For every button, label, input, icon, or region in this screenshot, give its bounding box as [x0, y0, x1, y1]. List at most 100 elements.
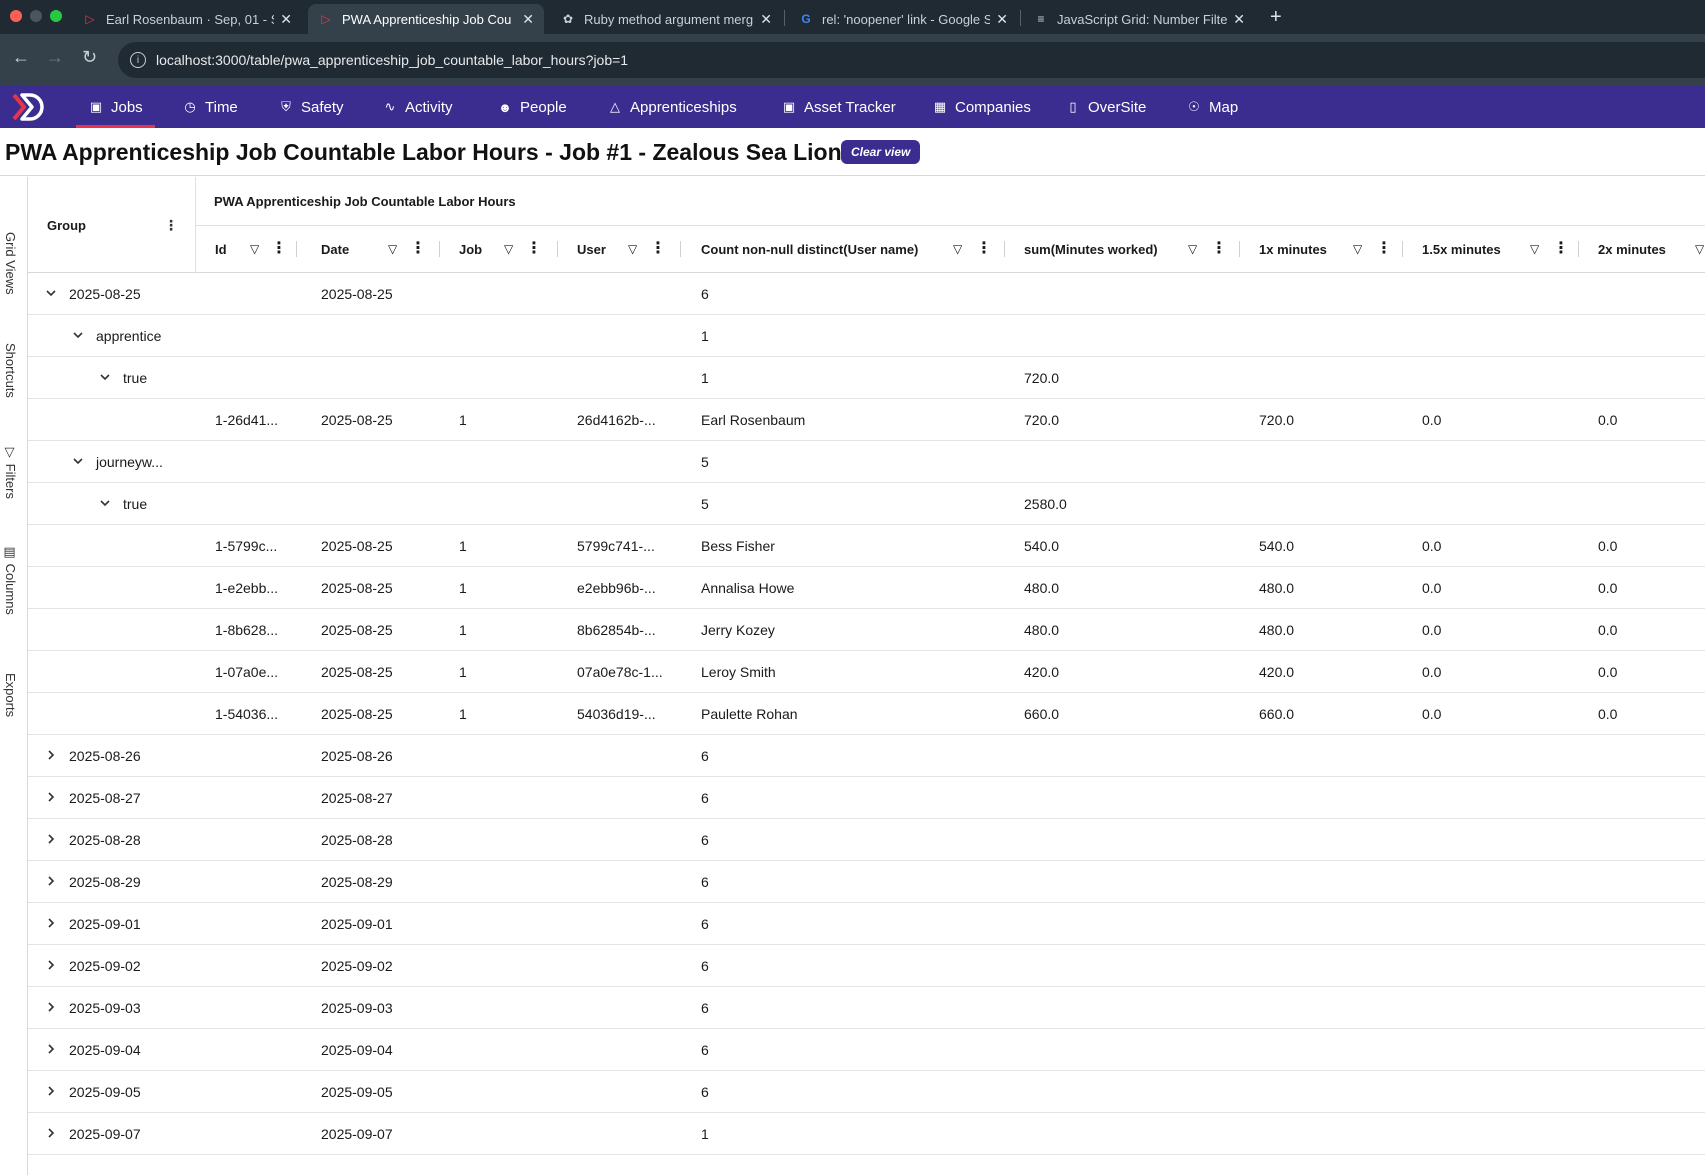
browser-tab[interactable]: ✿ Ruby method argument merg ✕ [550, 4, 782, 34]
url-field[interactable]: i localhost:3000/table/pwa_apprenticeshi… [118, 42, 1705, 78]
filter-icon[interactable]: ▽ [388, 241, 397, 257]
filter-icon[interactable]: ▽ [504, 241, 513, 257]
chevron-right-icon[interactable] [44, 832, 58, 846]
chevron-down-icon[interactable] [44, 286, 58, 300]
close-icon[interactable]: ✕ [760, 11, 772, 28]
group-row[interactable]: 2025-08-29 2025-08-29 6 [28, 861, 1705, 903]
column-separator[interactable] [1402, 241, 1403, 257]
window-close-button[interactable] [10, 10, 22, 22]
column-separator[interactable] [680, 241, 681, 257]
nav-item-activity[interactable]: ∿ Activity [382, 86, 453, 128]
forward-arrow-icon[interactable]: → [46, 47, 64, 68]
chevron-right-icon[interactable] [44, 1084, 58, 1098]
column-header-date[interactable]: Date [321, 225, 349, 273]
group-row[interactable]: journeyw... 5 [28, 441, 1705, 483]
table-row[interactable]: 1-07a0e... 2025-08-25 1 07a0e78c-1... Leroy … [28, 651, 1705, 693]
column-header-user[interactable]: User [577, 225, 606, 273]
nav-item-apprenticeships[interactable]: △ Apprenticeships [607, 86, 737, 128]
filter-icon[interactable]: ▽ [953, 241, 962, 257]
clear-view-button[interactable]: Clear view [841, 140, 921, 164]
chevron-right-icon[interactable] [44, 874, 58, 888]
table-row[interactable]: 1-e2ebb... 2025-08-25 1 e2ebb96b-... Annalis… [28, 567, 1705, 609]
column-header-1-5x-minutes[interactable]: 1.5x minutes [1422, 225, 1501, 273]
chevron-down-icon[interactable] [71, 454, 85, 468]
filter-icon[interactable]: ▽ [1695, 241, 1704, 257]
nav-item-asset-tracker[interactable]: ▣ Asset Tracker [781, 86, 896, 128]
group-row[interactable]: true 1 720.0 [28, 357, 1705, 399]
column-separator[interactable] [557, 241, 558, 257]
window-minimize-button[interactable] [30, 10, 42, 22]
group-row[interactable]: apprentice 1 [28, 315, 1705, 357]
filter-icon[interactable]: ▽ [1188, 241, 1197, 257]
column-header-1x-minutes[interactable]: 1x minutes [1259, 225, 1327, 273]
browser-tab[interactable]: ▷ PWA Apprenticeship Job Cou ✕ [308, 4, 544, 34]
back-arrow-icon[interactable]: ← [12, 47, 30, 68]
filter-icon[interactable]: ▽ [1530, 241, 1539, 257]
filter-icon[interactable]: ▽ [250, 241, 259, 257]
group-row[interactable]: true 5 2580.0 [28, 483, 1705, 525]
column-separator[interactable] [1239, 241, 1240, 257]
column-menu-icon[interactable]: ⋮ [1211, 239, 1227, 257]
table-row[interactable]: 1-5799c... 2025-08-25 1 5799c741-... Bess Fi… [28, 525, 1705, 567]
group-row[interactable]: 2025-08-25 2025-08-25 6 [28, 273, 1705, 315]
reload-icon[interactable]: ↻ [82, 47, 97, 68]
close-icon[interactable]: ✕ [522, 11, 534, 28]
column-header-job[interactable]: Job [459, 225, 482, 273]
column-separator[interactable] [439, 241, 440, 257]
chevron-down-icon[interactable] [71, 328, 85, 342]
chevron-right-icon[interactable] [44, 1000, 58, 1014]
side-tab-filters[interactable]: ▽ Filters [3, 445, 18, 499]
app-logo-icon[interactable] [12, 93, 46, 121]
column-header-id[interactable]: Id [215, 225, 227, 273]
chevron-right-icon[interactable] [44, 958, 58, 972]
group-row[interactable]: 2025-09-01 2025-09-01 6 [28, 903, 1705, 945]
table-row[interactable]: 1-26d41... 2025-08-25 1 26d4162b-... Earl Ro… [28, 399, 1705, 441]
close-icon[interactable]: ✕ [280, 11, 292, 28]
close-icon[interactable]: ✕ [996, 11, 1008, 28]
window-maximize-button[interactable] [50, 10, 62, 22]
chevron-down-icon[interactable] [98, 496, 112, 510]
browser-tab[interactable]: ▷ Earl Rosenbaum · Sep, 01 - S ✕ [72, 4, 302, 34]
side-tab-shortcuts[interactable]: Shortcuts [3, 343, 18, 398]
chevron-right-icon[interactable] [44, 916, 58, 930]
nav-item-map[interactable]: ☉ Map [1186, 86, 1238, 128]
nav-item-jobs[interactable]: ▣ Jobs [76, 86, 155, 128]
side-tab-columns[interactable]: ▤ Columns [3, 545, 18, 615]
column-menu-icon[interactable]: ⋮ [271, 239, 287, 257]
nav-item-companies[interactable]: ▦ Companies [932, 86, 1031, 128]
nav-item-oversite[interactable]: ▯ OverSite [1065, 86, 1146, 128]
group-row[interactable]: 2025-09-03 2025-09-03 6 [28, 987, 1705, 1029]
group-column-header[interactable]: Group ⋮ [28, 177, 196, 273]
chevron-right-icon[interactable] [44, 1126, 58, 1140]
column-menu-icon[interactable]: ⋮ [650, 239, 666, 257]
group-row[interactable]: 2025-09-02 2025-09-02 6 [28, 945, 1705, 987]
column-header-count-non-null-distinct-user-name[interactable]: Count non-null distinct(User name) [701, 225, 918, 273]
column-separator[interactable] [296, 241, 297, 257]
chevron-right-icon[interactable] [44, 748, 58, 762]
browser-tab[interactable]: Grel: 'noopener' link - Google S ✕ [788, 4, 1018, 34]
site-info-icon[interactable]: i [130, 52, 146, 68]
group-row[interactable]: 2025-09-07 2025-09-07 1 [28, 1113, 1705, 1155]
group-row[interactable]: 2025-08-26 2025-08-26 6 [28, 735, 1705, 777]
column-menu-icon[interactable]: ⋮ [410, 239, 426, 257]
filter-icon[interactable]: ▽ [628, 241, 637, 257]
group-row[interactable]: 2025-09-04 2025-09-04 6 [28, 1029, 1705, 1071]
column-menu-icon[interactable]: ⋮ [164, 217, 178, 234]
column-header-sum-minutes-worked[interactable]: sum(Minutes worked) [1024, 225, 1158, 273]
column-separator[interactable] [1578, 241, 1579, 257]
table-row[interactable]: 1-54036... 2025-08-25 1 54036d19-... Paulett… [28, 693, 1705, 735]
nav-item-people[interactable]: ☻ People [497, 86, 567, 128]
side-tab-grid-views[interactable]: Grid Views [3, 232, 18, 295]
column-menu-icon[interactable]: ⋮ [976, 239, 992, 257]
column-menu-icon[interactable]: ⋮ [1376, 239, 1392, 257]
filter-icon[interactable]: ▽ [1353, 241, 1362, 257]
chevron-right-icon[interactable] [44, 1042, 58, 1056]
column-header-2x-minutes[interactable]: 2x minutes [1598, 225, 1666, 273]
chevron-down-icon[interactable] [98, 370, 112, 384]
table-row[interactable]: 1-8b628... 2025-08-25 1 8b62854b-... Jerry K… [28, 609, 1705, 651]
group-row[interactable]: 2025-08-27 2025-08-27 6 [28, 777, 1705, 819]
group-row[interactable]: 2025-09-05 2025-09-05 6 [28, 1071, 1705, 1113]
browser-tab[interactable]: ≡ JavaScript Grid: Number Filte ✕ [1023, 4, 1255, 34]
column-menu-icon[interactable]: ⋮ [1553, 239, 1569, 257]
group-row[interactable]: 2025-08-28 2025-08-28 6 [28, 819, 1705, 861]
